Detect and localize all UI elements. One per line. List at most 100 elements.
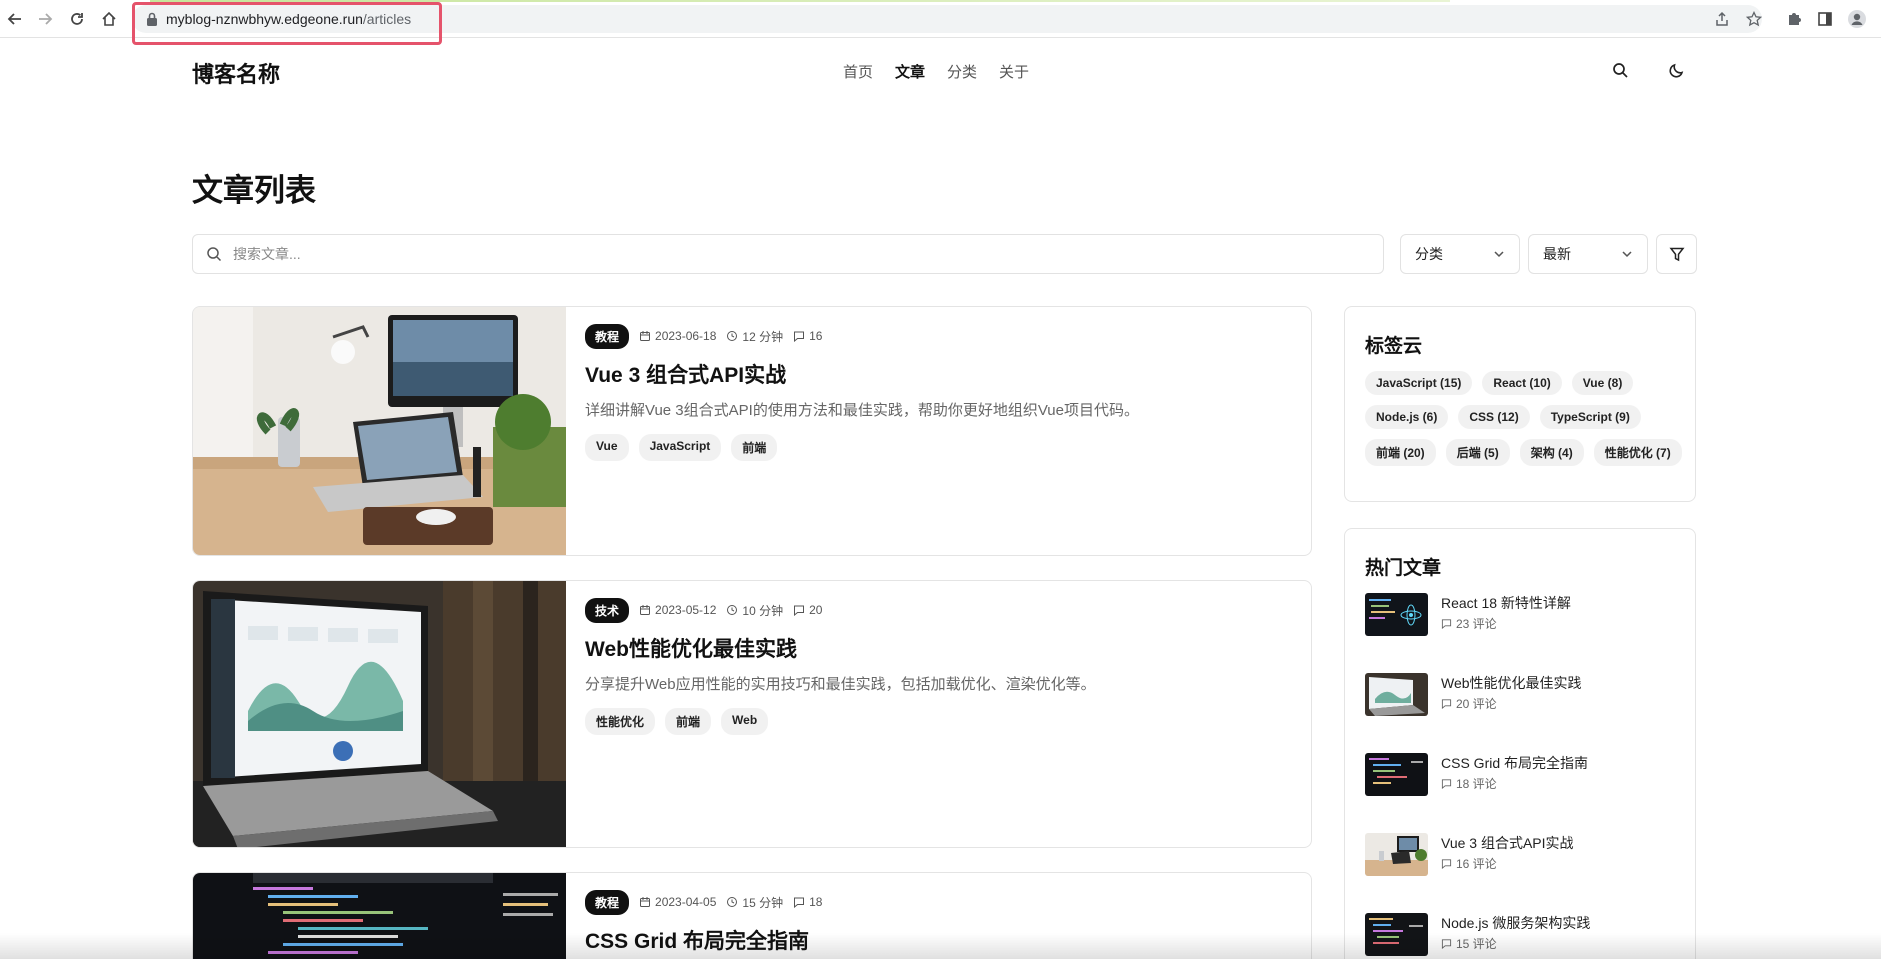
- cloud-tag[interactable]: 架构 (4): [1519, 439, 1584, 466]
- search-icon: [1612, 62, 1628, 78]
- browser-toolbar: myblog-nznwbhyw.edgeone.run/articles: [0, 0, 1881, 45]
- hot-article-item[interactable]: Vue 3 组合式API实战 16 评论: [1365, 833, 1685, 883]
- article-title[interactable]: CSS Grid 布局完全指南: [585, 925, 1295, 955]
- nav-home[interactable]: 首页: [843, 61, 873, 82]
- article-search[interactable]: [192, 234, 1384, 274]
- arrow-left-icon: [7, 13, 21, 25]
- article-title[interactable]: Vue 3 组合式API实战: [585, 359, 1295, 389]
- tag-cloud-panel: 标签云 JavaScript (15) React (10) Vue (8) N…: [1344, 306, 1696, 502]
- publish-date: 2023-05-12: [655, 603, 717, 617]
- article-title[interactable]: Web性能优化最佳实践: [585, 633, 1295, 663]
- hot-article-title[interactable]: Node.js 微服务架构实践: [1441, 913, 1590, 933]
- cloud-tag[interactable]: 前端 (20): [1365, 439, 1436, 466]
- forward-button[interactable]: [34, 8, 56, 30]
- cloud-tag[interactable]: 后端 (5): [1445, 439, 1510, 466]
- hot-article-title[interactable]: React 18 新特性详解: [1441, 593, 1571, 613]
- hot-article-comments: 20 评论: [1456, 697, 1497, 711]
- article-thumbnail[interactable]: [193, 581, 566, 847]
- extensions-button[interactable]: [1783, 8, 1805, 30]
- cloud-tag[interactable]: CSS (12): [1458, 405, 1530, 429]
- article-tag[interactable]: 性能优化: [585, 708, 656, 735]
- category-badge[interactable]: 技术: [585, 597, 630, 623]
- article-tags: 性能优化 前端 Web: [585, 708, 1295, 735]
- article-card[interactable]: 教程 2023-04-05 15 分钟 18 CSS Grid 布局完全指南: [192, 872, 1312, 959]
- hot-article-comments: 16 评论: [1456, 857, 1497, 871]
- article-tag[interactable]: 前端: [665, 708, 712, 735]
- cloud-tag[interactable]: React (10): [1482, 371, 1562, 395]
- nav-categories[interactable]: 分类: [947, 61, 977, 82]
- nav-articles[interactable]: 文章: [895, 61, 925, 82]
- hot-article-thumbnail: [1365, 833, 1428, 876]
- article-card[interactable]: 技术 2023-05-12 10 分钟 20 Web性能优化最佳实践 分享提升W…: [192, 580, 1312, 848]
- sort-select-value: 最新: [1543, 246, 1571, 262]
- article-tag[interactable]: JavaScript: [638, 434, 722, 461]
- theme-toggle-button[interactable]: [1665, 59, 1687, 81]
- back-button[interactable]: [4, 8, 26, 30]
- cloud-tag[interactable]: 性能优化 (7): [1593, 439, 1682, 466]
- site-title[interactable]: 博客名称: [192, 57, 280, 89]
- comment-icon: [1441, 939, 1452, 949]
- profile-button[interactable]: [1846, 8, 1868, 30]
- desk-workspace-image: [193, 307, 566, 555]
- article-excerpt: 分享提升Web应用性能的实用技巧和最佳实践，包括加载优化、渲染优化等。: [585, 676, 1096, 693]
- arrow-right-icon: [39, 13, 53, 25]
- hot-article-item[interactable]: CSS Grid 布局完全指南 18 评论: [1365, 753, 1685, 803]
- home-button[interactable]: [98, 8, 120, 30]
- category-badge[interactable]: 教程: [585, 889, 630, 915]
- nav-about[interactable]: 关于: [999, 61, 1029, 82]
- cloud-tag[interactable]: TypeScript (9): [1539, 405, 1641, 429]
- filter-button[interactable]: [1656, 234, 1697, 274]
- reload-button[interactable]: [66, 8, 88, 30]
- article-card[interactable]: 教程 2023-06-18 12 分钟 16 Vue 3 组合式API实战 详细…: [192, 306, 1312, 556]
- code-react-image: [1365, 593, 1428, 636]
- comment-icon: [1441, 859, 1452, 869]
- hot-article-comments: 15 评论: [1456, 937, 1497, 951]
- sort-select[interactable]: 最新: [1528, 234, 1648, 274]
- side-panel-button[interactable]: [1814, 8, 1836, 30]
- code-editor-image: [1365, 913, 1428, 956]
- hot-article-title[interactable]: Web性能优化最佳实践: [1441, 673, 1582, 693]
- hot-article-item[interactable]: React 18 新特性详解 23 评论: [1365, 593, 1685, 643]
- filter-icon: [1668, 247, 1685, 262]
- reload-icon: [71, 13, 83, 25]
- code-editor-image: [193, 873, 566, 959]
- search-icon: [207, 247, 222, 262]
- category-badge[interactable]: 教程: [585, 323, 630, 349]
- bookmark-button[interactable]: [1743, 8, 1765, 30]
- home-icon: [102, 11, 116, 26]
- hot-article-thumbnail: [1365, 913, 1428, 956]
- main-nav: 首页 文章 分类 关于: [843, 61, 1029, 82]
- star-icon: [1746, 11, 1762, 27]
- hot-article-thumbnail: [1365, 753, 1428, 796]
- article-tag[interactable]: Vue: [585, 434, 629, 461]
- share-button[interactable]: [1711, 8, 1733, 30]
- hot-article-item[interactable]: Node.js 微服务架构实践 15 评论: [1365, 913, 1685, 959]
- article-thumbnail[interactable]: [193, 873, 566, 959]
- comment-count: 20: [809, 603, 823, 617]
- article-tag[interactable]: 前端: [731, 434, 778, 461]
- header-search-button[interactable]: [1609, 59, 1631, 81]
- publish-date: 2023-04-05: [655, 895, 717, 909]
- cloud-tag[interactable]: Node.js (6): [1365, 405, 1449, 429]
- article-tag[interactable]: Web: [721, 708, 769, 735]
- hot-article-item[interactable]: Web性能优化最佳实践 20 评论: [1365, 673, 1685, 723]
- hot-article-title[interactable]: Vue 3 组合式API实战: [1441, 833, 1574, 853]
- tag-cloud-title: 标签云: [1365, 336, 1423, 357]
- side-panel-icon: [1818, 12, 1832, 26]
- clock-icon: [727, 331, 738, 341]
- url-annotation-box: [132, 2, 442, 45]
- category-select[interactable]: 分类: [1400, 234, 1520, 274]
- article-thumbnail[interactable]: [193, 307, 566, 555]
- code-editor-image: [1365, 753, 1428, 796]
- read-time: 10 分钟: [742, 603, 784, 618]
- comment-icon: [794, 331, 805, 342]
- hot-article-comments: 23 评论: [1456, 617, 1497, 631]
- hot-article-title[interactable]: CSS Grid 布局完全指南: [1441, 753, 1588, 773]
- cloud-tag[interactable]: JavaScript (15): [1365, 371, 1473, 395]
- cloud-tag[interactable]: Vue (8): [1571, 371, 1634, 395]
- search-input[interactable]: [233, 243, 1333, 265]
- page-title: 文章列表: [192, 173, 316, 208]
- calendar-icon: [640, 897, 651, 907]
- calendar-icon: [640, 605, 651, 615]
- calendar-icon: [640, 331, 651, 341]
